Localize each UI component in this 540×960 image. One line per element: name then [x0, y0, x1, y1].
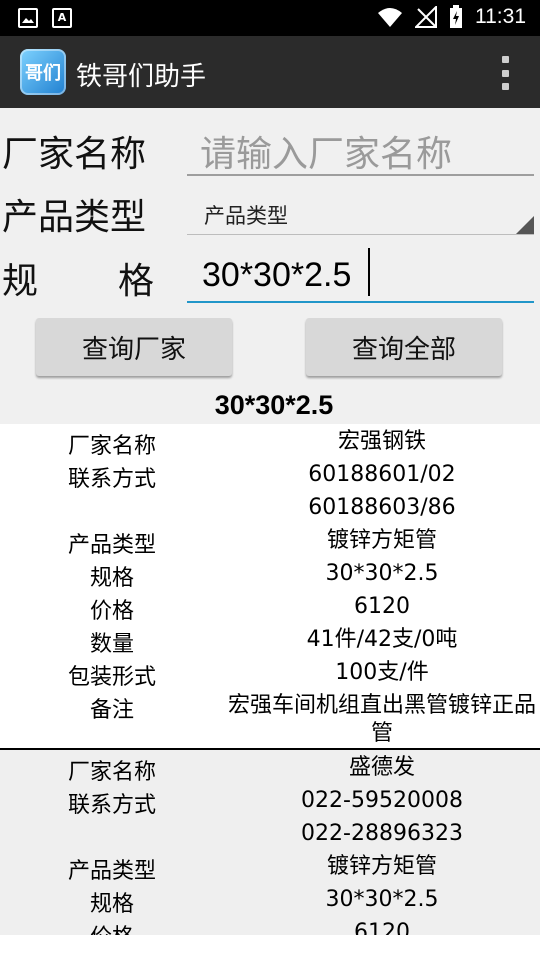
no-signal-icon — [415, 6, 437, 28]
manufacturer-label: 厂家名称 — [2, 134, 147, 175]
product-type-select[interactable]: 产品类型 — [204, 200, 288, 230]
search-form: 厂家名称 请输入厂家名称 产品类型 产品类型 规 格 30*30*2.5 查询厂… — [0, 108, 540, 424]
field-key: 价格 — [89, 599, 134, 624]
field-value: 盛德发 — [348, 755, 415, 780]
field-value: 60188601/02 — [308, 462, 456, 487]
field-key: 厂家名称 — [67, 760, 156, 785]
field-value: 60188603/86 — [308, 495, 456, 520]
field-key: 产品类型 — [67, 859, 156, 884]
product-type-underline — [187, 234, 534, 235]
field-value: 30*30*2.5 — [325, 887, 439, 912]
result-title: 30*30*2.5 — [214, 390, 334, 420]
bottom-blank-area — [0, 935, 540, 960]
field-value: 6120 — [354, 594, 410, 619]
app-logo-text: 哥们 — [25, 63, 61, 84]
field-key: 规格 — [89, 566, 134, 591]
field-key: 规格 — [89, 892, 134, 917]
field-value: 镀锌方矩管 — [326, 528, 437, 553]
result-record-2[interactable]: 厂家名称 盛德发 联系方式 022-59520008 022-28896323 产品… — [0, 750, 540, 935]
field-key: 产品类型 — [67, 533, 156, 558]
overflow-menu-icon[interactable] — [500, 56, 510, 90]
manufacturer-input[interactable]: 请输入厂家名称 — [200, 125, 452, 177]
field-key: 备注 — [89, 698, 134, 723]
app-bar: 哥们 铁哥们助手 — [0, 36, 540, 108]
field-value: 宏强车间机组直出黑管镀锌正品管 — [227, 693, 536, 746]
field-key: 价格 — [0, 919, 224, 935]
result-record-1[interactable]: 厂家名称 宏强钢铁 联系方式 60188601/02 60188603/86 产品类… — [0, 424, 540, 748]
product-type-label: 产品类型 — [2, 197, 147, 238]
field-value: 宏强钢铁 — [337, 429, 426, 454]
field-value: 022-28896323 — [301, 821, 463, 846]
field-key: 数量 — [89, 632, 134, 657]
spec-input[interactable]: 30*30*2.5 — [202, 256, 351, 295]
spec-label-second: 格 — [118, 261, 155, 302]
field-key: 厂家名称 — [67, 434, 156, 459]
image-icon — [18, 8, 38, 28]
battery-charging-icon — [450, 5, 462, 28]
wifi-icon — [378, 8, 402, 27]
status-bar: A 11:31 — [0, 0, 540, 36]
field-key: 包装形式 — [67, 665, 156, 690]
app-title: 铁哥们助手 — [76, 62, 207, 92]
field-key: 联系方式 — [67, 467, 156, 492]
field-value: 6120 — [354, 920, 410, 935]
spec-label-first: 规 — [2, 261, 39, 302]
app-logo-icon: 哥们 — [20, 49, 66, 95]
field-value: 100支/件 — [335, 660, 429, 685]
field-value: 镀锌方矩管 — [326, 854, 437, 879]
field-key: 联系方式 — [67, 793, 156, 818]
query-all-button[interactable]: 查询全部 — [306, 318, 502, 376]
text-cursor — [368, 248, 370, 296]
manufacturer-input-underline — [187, 174, 534, 176]
spec-input-underline — [187, 301, 534, 303]
query-manufacturer-button[interactable]: 查询厂家 — [36, 318, 232, 376]
field-value: 41件/42支/0吨 — [306, 627, 458, 652]
dropdown-arrow-icon[interactable] — [516, 216, 534, 234]
a-icon: A — [52, 8, 72, 28]
field-value: 022-59520008 — [301, 788, 463, 813]
status-time: 11:31 — [475, 5, 526, 28]
field-value: 30*30*2.5 — [325, 561, 439, 586]
